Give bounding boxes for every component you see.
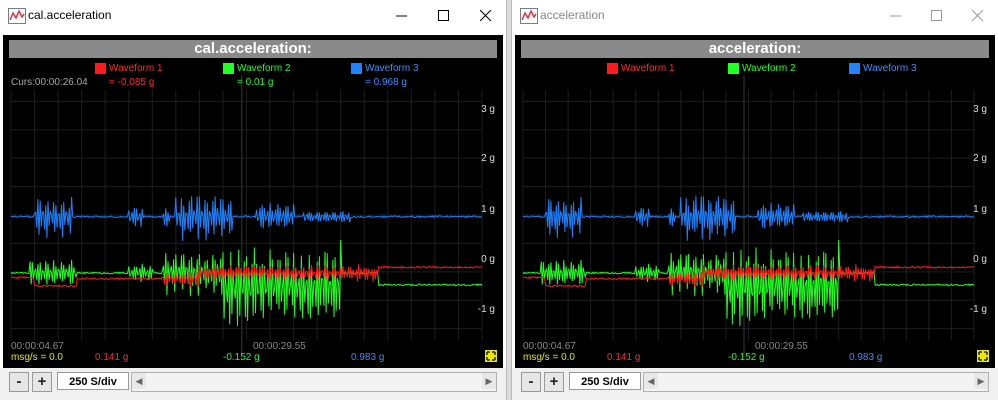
waveform-3-status-value: 0.983 g: [849, 352, 883, 363]
maximize-button[interactable]: [424, 0, 464, 32]
zoom-out-button[interactable]: -: [9, 372, 29, 392]
waveform-3-swatch: [351, 63, 362, 74]
legend-label: Waveform 3: [365, 63, 419, 74]
close-icon: [480, 10, 492, 22]
maximize-icon: [438, 10, 449, 21]
time-start: 00:00:04.67: [11, 341, 64, 352]
cursor-time: Curs:00:00:26.04: [11, 77, 88, 88]
channel-header: acceleration:: [521, 40, 989, 58]
y-tick-label: 1 g: [481, 204, 495, 215]
close-icon: [972, 10, 984, 22]
minimize-icon: [396, 15, 407, 17]
legend-label: Waveform 3: [863, 63, 917, 74]
scope-panel[interactable]: cal.acceleration: Waveform 1 Waveform 2 …: [3, 35, 503, 368]
y-tick-label: 0 g: [481, 254, 495, 265]
msg-rate: msg/s = 0.0: [523, 352, 575, 363]
legend-waveform-3: Waveform 3: [849, 63, 917, 74]
waveform-2-swatch: [223, 63, 234, 74]
legend-waveform-2: Waveform 2: [223, 63, 291, 74]
waveform-3-cursor-value: = 0.968 g: [365, 77, 407, 88]
y-tick-label: 2 g: [481, 153, 495, 164]
sample-rate-field[interactable]: 250 S/div: [569, 372, 641, 390]
title-bar[interactable]: acceleration: [512, 0, 998, 32]
y-tick-label: 3 g: [973, 104, 987, 115]
y-tick-label: 2 g: [973, 153, 987, 164]
waveform-2-cursor-value: = 0.01 g: [237, 77, 274, 88]
waveform-3-swatch: [849, 63, 860, 74]
y-tick-label: -1 g: [477, 304, 495, 315]
y-tick-label: 1 g: [973, 204, 987, 215]
legend-waveform-3: Waveform 3: [351, 63, 419, 74]
waveform-plot[interactable]: [515, 35, 996, 368]
waveform-2-status-value: -0.152 g: [728, 352, 765, 363]
scroll-right-arrow-icon[interactable]: ▶: [482, 373, 496, 389]
y-tick-label: -1 g: [969, 304, 987, 315]
scroll-left-arrow-icon[interactable]: ◀: [132, 373, 146, 389]
title-bar[interactable]: cal.acceleration: [0, 0, 506, 32]
waveform-3-status-value: 0.983 g: [351, 352, 385, 363]
minimize-button[interactable]: [382, 0, 422, 32]
legend-label: Waveform 1: [109, 63, 163, 74]
waveform-1-status-value: 0.141 g: [95, 352, 129, 363]
legend-waveform-2: Waveform 2: [728, 63, 796, 74]
bottom-toolbar: - + 250 S/div ◀ ▶: [0, 368, 506, 400]
msg-rate: msg/s = 0.0: [11, 352, 63, 363]
window-acceleration[interactable]: acceleration acceleration: Waveform 1 Wa…: [511, 0, 998, 400]
legend-label: Waveform 2: [237, 63, 291, 74]
minimize-button[interactable]: [876, 0, 916, 32]
zoom-in-button[interactable]: +: [32, 372, 52, 392]
time-scrollbar[interactable]: ◀ ▶: [131, 372, 497, 392]
zoom-out-button[interactable]: -: [521, 372, 541, 392]
chart-app-icon: [8, 8, 26, 24]
zoom-in-button[interactable]: +: [544, 372, 564, 392]
time-end: 00:00:29.55: [755, 341, 808, 352]
maximize-button[interactable]: [917, 0, 957, 32]
close-button[interactable]: [466, 0, 506, 32]
waveform-1-swatch: [607, 63, 618, 74]
legend-label: Waveform 2: [742, 63, 796, 74]
time-scrollbar[interactable]: ◀ ▶: [643, 372, 989, 392]
maximize-icon: [931, 10, 942, 21]
legend-waveform-1: Waveform 1: [607, 63, 675, 74]
scope-panel[interactable]: acceleration: Waveform 1 Waveform 2 Wave…: [515, 35, 995, 368]
waveform-2-swatch: [728, 63, 739, 74]
y-tick-label: 3 g: [481, 104, 495, 115]
waveform-1-swatch: [95, 63, 106, 74]
time-start: 00:00:04.67: [523, 341, 576, 352]
legend-label: Waveform 1: [621, 63, 675, 74]
window-title: cal.acceleration: [28, 8, 112, 22]
channel-header: cal.acceleration:: [9, 40, 497, 58]
bottom-toolbar: - + 250 S/div ◀ ▶: [512, 368, 998, 400]
time-end: 00:00:29.55: [253, 341, 306, 352]
close-button[interactable]: [958, 0, 998, 32]
window-cal-acceleration[interactable]: cal.acceleration cal.acceleration: Wavef…: [0, 0, 507, 400]
scroll-left-arrow-icon[interactable]: ◀: [644, 373, 658, 389]
minimize-icon: [890, 15, 901, 17]
scroll-right-arrow-icon[interactable]: ▶: [974, 373, 988, 389]
waveform-1-cursor-value: = -0.085 g: [109, 77, 155, 88]
waveform-1-status-value: 0.141 g: [607, 352, 641, 363]
waveform-2-status-value: -0.152 g: [223, 352, 260, 363]
sample-rate-field[interactable]: 250 S/div: [57, 372, 129, 390]
y-tick-label: 0 g: [973, 254, 987, 265]
autoscale-icon[interactable]: [485, 350, 497, 362]
legend-waveform-1: Waveform 1: [95, 63, 163, 74]
autoscale-icon[interactable]: [977, 350, 989, 362]
window-title: acceleration: [540, 8, 605, 22]
chart-app-icon: [520, 8, 538, 24]
